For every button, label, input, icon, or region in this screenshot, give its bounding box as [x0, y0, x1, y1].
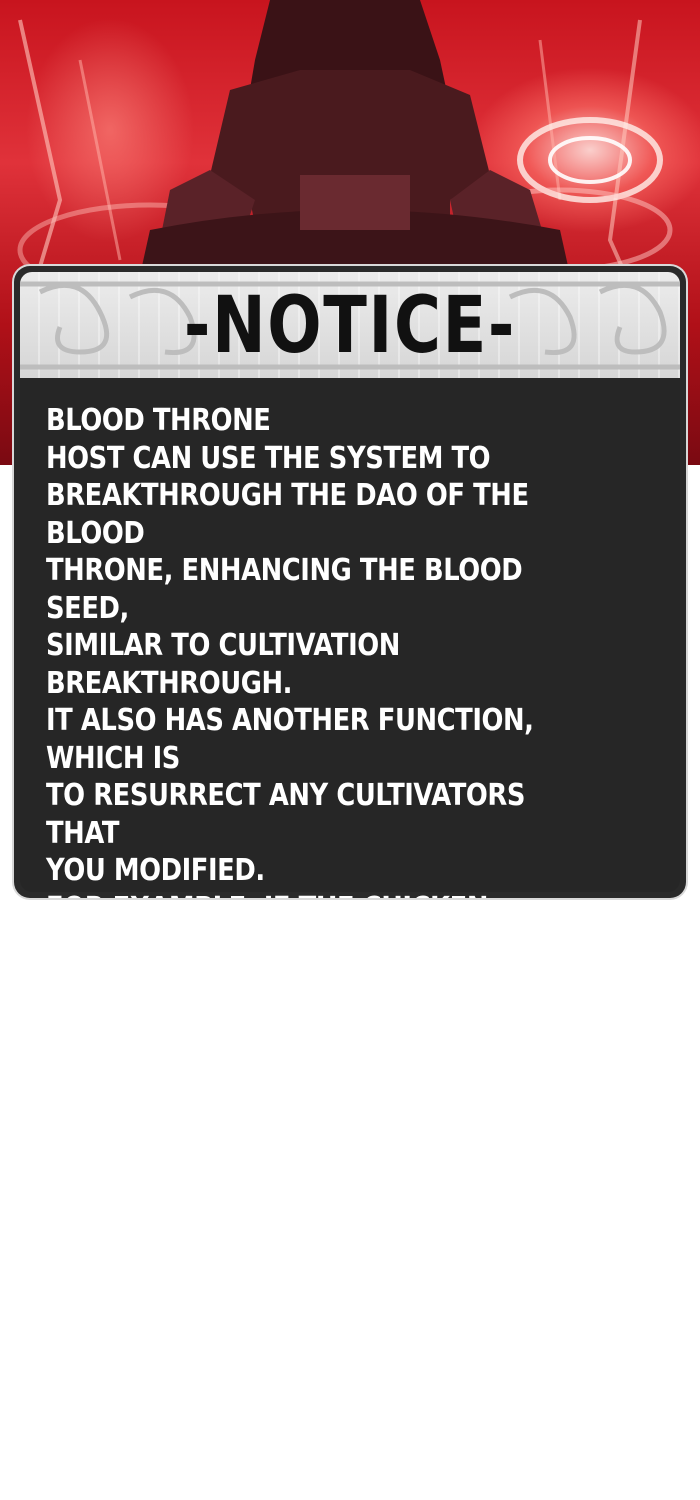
- notice-title: -NOTICE-: [183, 281, 517, 371]
- notice-body: BLOOD THRONE HOST CAN USE THE SYSTEM TO …: [20, 378, 680, 898]
- notice-header: -NOTICE-: [20, 272, 680, 378]
- notice-card: -NOTICE- BLOOD THRONE HOST CAN USE THE S…: [14, 266, 686, 898]
- notice-body-text: BLOOD THRONE HOST CAN USE THE SYSTEM TO …: [46, 403, 534, 898]
